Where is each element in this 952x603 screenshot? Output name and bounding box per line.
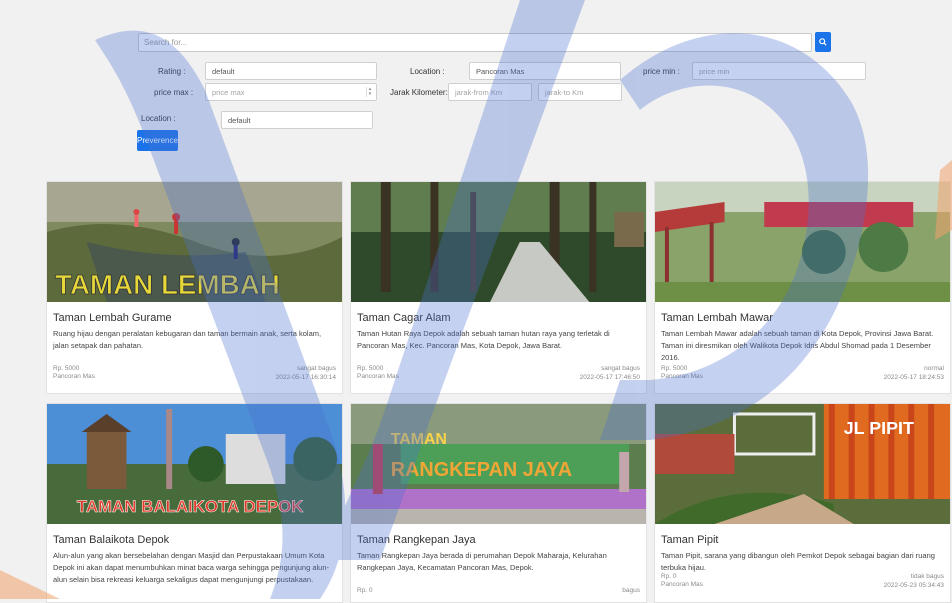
place-card[interactable]: TAMAN BALAIKOTA DEPOK Taman Balaikota De… (46, 403, 343, 603)
price-min-label: price min : (643, 67, 680, 76)
place-title[interactable]: Taman Lembah Mawar (661, 312, 944, 324)
svg-text:TAMAN BALAIKOTA DEPOK: TAMAN BALAIKOTA DEPOK (77, 497, 304, 516)
place-date: 2022-05-23 05:34:43 (883, 582, 944, 589)
place-title[interactable]: Taman Cagar Alam (357, 312, 640, 324)
place-photo (655, 182, 950, 302)
rating-label: Rating : (158, 67, 186, 76)
svg-text:TAMAN LEMBAH: TAMAN LEMBAH (55, 269, 280, 300)
place-date: 2022-05-17 16:30:14 (275, 374, 336, 381)
place-photo (351, 182, 646, 302)
place-date: 2022-05-17 18:24:53 (883, 374, 944, 381)
place-title[interactable]: Taman Balaikota Depok (53, 534, 336, 546)
place-description: Taman Lembah Mawar adalah sebuah taman d… (661, 329, 934, 362)
place-description: Taman Pipit, sarana yang dibangun oleh P… (661, 551, 935, 572)
location-label: Location : (410, 67, 445, 76)
place-description: Alun-alun yang akan bersebelahan dengan … (53, 551, 330, 584)
place-card[interactable]: Taman Cagar Alam Taman Hutan Raya Depok … (350, 181, 647, 394)
price-max-placeholder: price max (212, 88, 245, 97)
place-description: Ruang hijau dengan peralatan kebugaran d… (53, 329, 322, 350)
location2-select[interactable]: default (221, 111, 373, 129)
price-max-input[interactable]: price max ▴ ▾ (205, 83, 377, 101)
place-photo: TAMAN BALAIKOTA DEPOK (47, 404, 342, 524)
place-card[interactable]: Taman Lembah Mawar Taman Lembah Mawar ad… (654, 181, 951, 394)
search-icon (819, 38, 827, 46)
place-title[interactable]: Taman Rangkepan Jaya (357, 534, 640, 546)
place-date: 2022-05-17 17:46:50 (579, 374, 640, 381)
place-card[interactable]: TAMAN RANGKEPAN JAYA Taman Rangkepan Jay… (350, 403, 647, 603)
place-photo: TAMAN RANGKEPAN JAYA (351, 404, 646, 524)
place-card[interactable]: JL PIPIT Taman Pipit Taman Pipit, sarana… (654, 403, 951, 603)
price-max-label: price max : (154, 88, 194, 97)
place-photo: JL PIPIT (655, 404, 950, 524)
place-price: Rp. 5000 (53, 365, 80, 372)
place-price: Rp. 0 (661, 573, 677, 580)
svg-text:RANGKEPAN JAYA: RANGKEPAN JAYA (391, 459, 572, 481)
place-price: Rp. 0 (357, 587, 373, 594)
stepper-icon[interactable]: ▴ ▾ (366, 87, 373, 97)
jarak-from-input[interactable]: jarak-from Km (448, 83, 532, 101)
place-rating: sangat bagus (296, 365, 336, 372)
place-price: Rp. 5000 (661, 365, 688, 372)
location2-label: Location : (141, 114, 176, 123)
svg-text:JL PIPIT: JL PIPIT (844, 418, 914, 438)
place-title[interactable]: Taman Lembah Gurame (53, 312, 336, 324)
place-rating: normal (924, 365, 944, 372)
preverence-button[interactable]: Preverence (137, 130, 178, 151)
price-min-input[interactable]: price min (692, 62, 866, 80)
jarak-to-input[interactable]: jarak-to Km (538, 83, 622, 101)
place-description: Taman Hutan Raya Depok adalah sebuah tam… (357, 329, 610, 350)
place-photo: TAMAN LEMBAH (47, 182, 342, 302)
location-select[interactable]: Pancoran Mas (469, 62, 621, 80)
place-rating: bagus (622, 587, 640, 594)
place-description: Taman Rangkepan Jaya berada di perumahan… (357, 551, 607, 572)
search-button[interactable] (815, 32, 831, 52)
rating-select[interactable]: default (205, 62, 377, 80)
svg-text:TAMAN: TAMAN (391, 431, 447, 448)
place-price: Rp. 5000 (357, 365, 384, 372)
jarak-label: Jarak Kilometer: (390, 88, 448, 97)
search-input[interactable]: Search for... (138, 33, 812, 52)
place-card[interactable]: TAMAN LEMBAH Taman Lembah Gurame Ruang h… (46, 181, 343, 394)
place-title[interactable]: Taman Pipit (661, 534, 944, 546)
place-rating: tidak bagus (910, 573, 944, 580)
place-rating: sangat bagus (600, 365, 640, 372)
